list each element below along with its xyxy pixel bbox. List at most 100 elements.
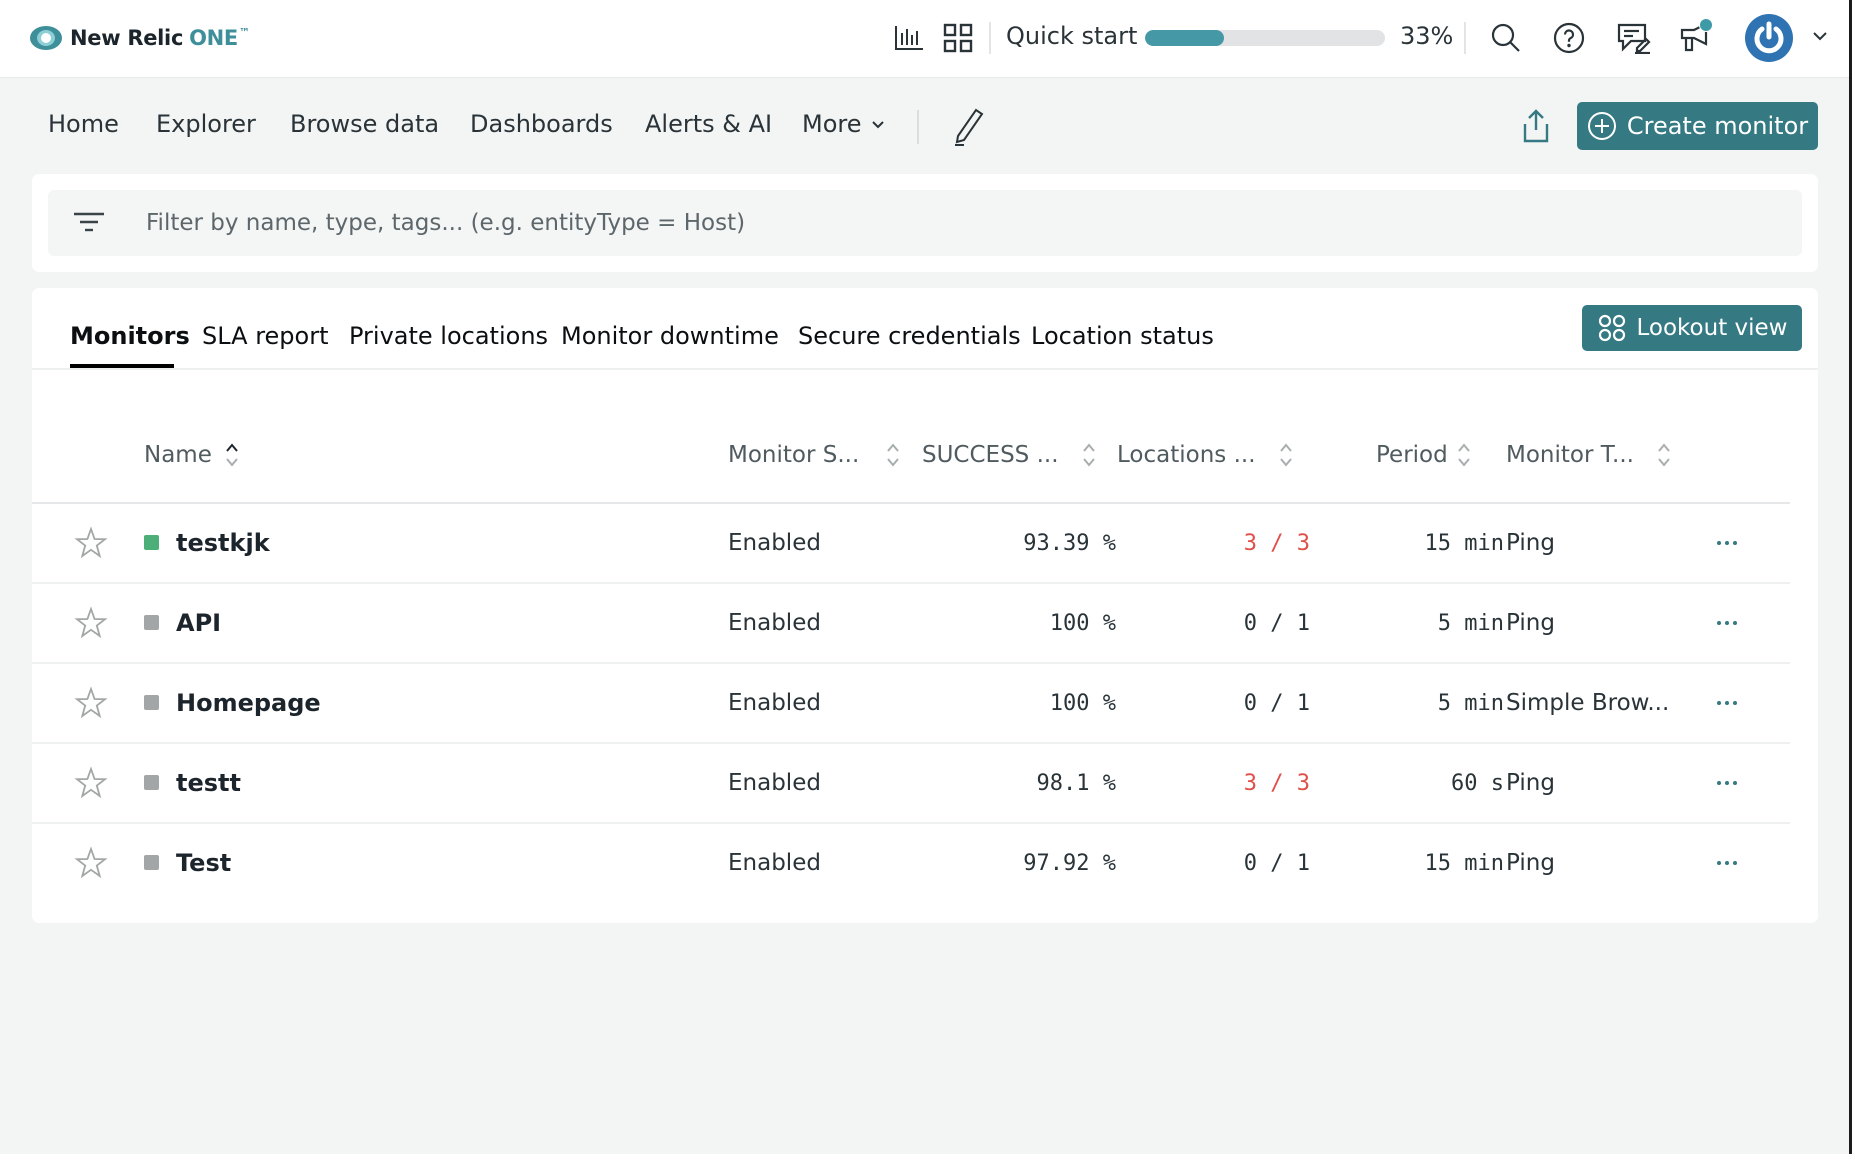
feedback-icon[interactable] (1616, 20, 1652, 56)
quick-start-progress-bar[interactable] (1145, 30, 1385, 46)
plus-circle-icon (1587, 112, 1616, 140)
nav-dashboards[interactable]: Dashboards (470, 110, 613, 138)
top-bar: New Relic ONE™ Quick start 33% (0, 0, 1849, 78)
tab-location-status[interactable]: Location status (1031, 322, 1214, 350)
success-rate: 93.39 % (1023, 530, 1116, 556)
sort-icon (1082, 443, 1095, 467)
search-icon[interactable] (1488, 20, 1524, 56)
monitor-status-indicator (144, 535, 159, 550)
monitor-type: Simple Brow... (1506, 690, 1670, 716)
lookout-view-button[interactable]: Lookout view (1582, 305, 1802, 351)
nav-alerts-ai[interactable]: Alerts & AI (645, 110, 772, 138)
monitor-name[interactable]: testt (176, 744, 241, 822)
monitor-status: Enabled (728, 530, 821, 556)
monitor-period: 5 min (1437, 610, 1504, 636)
notification-dot (1699, 18, 1713, 32)
monitor-status: Enabled (728, 610, 821, 636)
row-actions-ellipsis-icon[interactable] (1712, 584, 1742, 662)
column-header-period[interactable]: Period (1376, 440, 1472, 470)
nav-explorer[interactable]: Explorer (156, 110, 256, 138)
monitor-status: Enabled (728, 770, 821, 796)
nav-more[interactable]: More (802, 110, 886, 138)
nav-browse-data[interactable]: Browse data (290, 110, 439, 138)
locations-failing: 0 / 1 (1243, 610, 1310, 636)
column-header-monitor-status-label: Monitor S... (728, 442, 860, 468)
column-header-monitor-status[interactable]: Monitor S... (728, 440, 901, 470)
column-header-locations-label: Locations ... (1117, 442, 1256, 468)
column-header-locations[interactable]: Locations ... (1117, 440, 1294, 470)
favorite-star-icon[interactable] (74, 584, 108, 662)
sort-ascending-icon (226, 443, 238, 467)
column-header-success-label: SUCCESS ... (922, 442, 1059, 468)
edit-nav-pencil-icon[interactable] (950, 106, 986, 146)
help-icon[interactable] (1551, 20, 1587, 56)
monitor-period: 5 min (1437, 690, 1504, 716)
favorite-star-icon[interactable] (74, 824, 108, 902)
column-header-name[interactable]: Name (144, 440, 240, 470)
monitor-name[interactable]: API (176, 584, 221, 662)
column-header-success-rate[interactable]: SUCCESS ... (922, 440, 1097, 470)
lookout-view-label: Lookout view (1636, 315, 1788, 341)
row-actions-ellipsis-icon[interactable] (1712, 504, 1742, 582)
row-actions-ellipsis-icon[interactable] (1712, 664, 1742, 742)
main-nav: Home Explorer Browse data Dashboards Ale… (0, 96, 1849, 156)
nav-divider (917, 110, 919, 144)
sort-icon (1279, 443, 1292, 467)
monitors-table: Name Monitor S... SUCCESS ... Locations … (32, 390, 1818, 923)
column-header-monitor-type[interactable]: Monitor T... (1506, 440, 1672, 470)
quick-start-percent: 33% (1400, 22, 1454, 50)
filter-icon[interactable] (72, 210, 106, 236)
monitor-status: Enabled (728, 690, 821, 716)
monitor-type: Ping (1506, 610, 1555, 636)
table-row[interactable]: API Enabled 100 % 0 / 1 5 min Ping (32, 584, 1790, 664)
monitor-status-indicator (144, 695, 159, 710)
monitor-name[interactable]: Homepage (176, 664, 321, 742)
header-divider (1464, 22, 1466, 54)
create-monitor-button[interactable]: Create monitor (1577, 102, 1818, 150)
nav-more-label: More (802, 110, 862, 138)
favorite-star-icon[interactable] (74, 744, 108, 822)
filter-input[interactable] (146, 210, 1646, 236)
success-rate: 98.1 % (1036, 770, 1116, 796)
announcements-icon[interactable] (1679, 18, 1715, 56)
sort-icon (887, 443, 900, 467)
tab-sla-report[interactable]: SLA report (202, 322, 329, 350)
tab-monitor-downtime[interactable]: Monitor downtime (561, 322, 779, 350)
monitor-name[interactable]: Test (176, 824, 231, 902)
favorite-star-icon[interactable] (74, 504, 108, 582)
chevron-down-icon[interactable] (1808, 24, 1832, 48)
tab-private-locations[interactable]: Private locations (349, 322, 548, 350)
table-row[interactable]: testkjk Enabled 93.39 % 3 / 3 15 min Ping (32, 504, 1790, 584)
column-header-name-label: Name (144, 442, 212, 468)
apps-grid-icon[interactable] (940, 20, 976, 56)
row-actions-ellipsis-icon[interactable] (1712, 824, 1742, 902)
favorite-star-icon[interactable] (74, 664, 108, 742)
table-row[interactable]: Test Enabled 97.92 % 0 / 1 15 min Ping (32, 824, 1790, 904)
column-header-monitor-type-label: Monitor T... (1506, 442, 1634, 468)
sort-icon (1658, 443, 1670, 467)
new-relic-logo-icon (30, 24, 62, 52)
share-icon[interactable] (1520, 108, 1552, 144)
row-actions-ellipsis-icon[interactable] (1712, 744, 1742, 822)
monitor-status-indicator (144, 855, 159, 870)
create-monitor-label: Create monitor (1626, 112, 1809, 140)
query-builder-icon[interactable] (891, 20, 927, 56)
new-relic-logo[interactable]: New Relic ONE™ (30, 24, 250, 52)
header-divider (989, 22, 991, 54)
quick-start-label[interactable]: Quick start (1006, 22, 1137, 50)
filter-card (32, 174, 1818, 272)
success-rate: 100 % (1049, 690, 1116, 716)
chevron-down-icon (871, 121, 884, 129)
monitor-type: Ping (1506, 850, 1555, 876)
table-row[interactable]: testt Enabled 98.1 % 3 / 3 60 s Ping (32, 744, 1790, 824)
tab-secure-credentials[interactable]: Secure credentials (798, 322, 1021, 350)
nav-home[interactable]: Home (48, 110, 119, 138)
filter-bar[interactable] (48, 190, 1802, 256)
locations-failing: 3 / 3 (1243, 770, 1310, 796)
table-row[interactable]: Homepage Enabled 100 % 0 / 1 5 min Simple Bro… (32, 664, 1790, 744)
column-header-period-label: Period (1376, 442, 1448, 468)
monitor-name[interactable]: testkjk (176, 504, 270, 582)
quick-start-progress-fill (1145, 30, 1225, 46)
tab-monitors[interactable]: Monitors (70, 322, 190, 350)
user-avatar[interactable] (1745, 14, 1793, 62)
